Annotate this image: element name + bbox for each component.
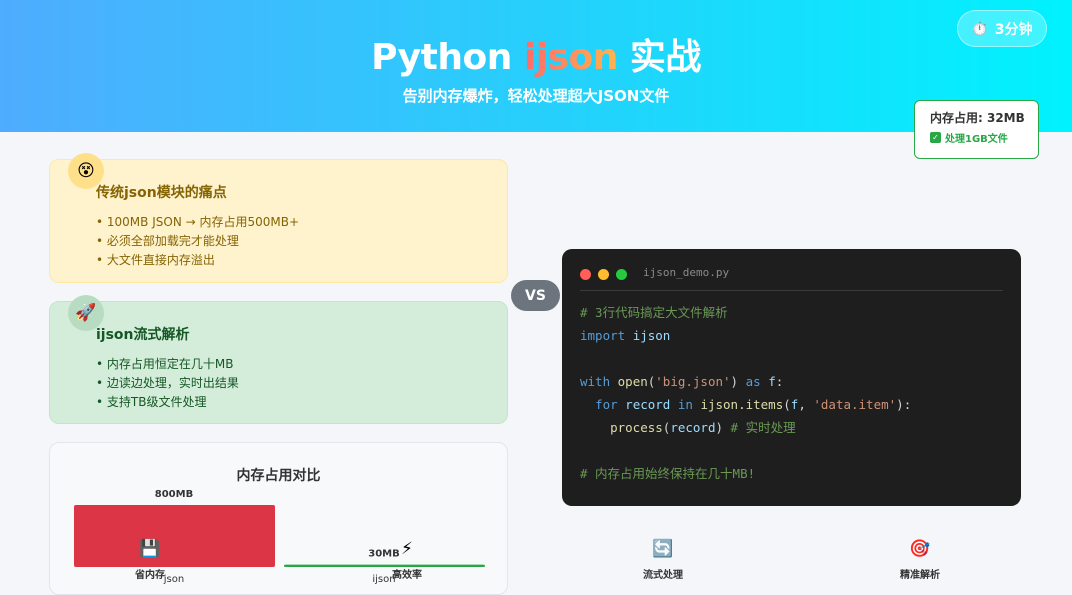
code-string: 'big.json' bbox=[655, 374, 731, 389]
streaming-parse-card: 🚀 ijson流式解析 内存占用恒定在几十MB 边读边处理，实时出结果 支持TB… bbox=[49, 295, 508, 424]
streaming-parse-list: 内存占用恒定在几十MB 边读边处理，实时出结果 支持TB级文件处理 bbox=[96, 355, 507, 412]
feature-high-efficiency: ⚡ 高效率 bbox=[352, 536, 462, 581]
code-keyword: as bbox=[745, 374, 761, 389]
list-item: 支持TB级文件处理 bbox=[96, 393, 507, 412]
feature-label: 流式处理 bbox=[643, 570, 683, 581]
maximize-dot-icon bbox=[616, 269, 627, 280]
code-comment: # 实时处理 bbox=[730, 420, 796, 435]
page-subtitle: 告别内存爆炸，轻松处理超大JSON文件 bbox=[402, 87, 670, 105]
code-comment: # 3行代码搞定大文件解析 bbox=[580, 305, 728, 320]
feature-precise-parsing: 🎯 精准解析 bbox=[865, 536, 975, 581]
floppy-disk-icon: 💾 bbox=[139, 539, 161, 559]
reading-time-badge: ⏱️ 3分钟 bbox=[957, 10, 1047, 47]
stopwatch-icon: ⏱️ bbox=[971, 20, 989, 37]
code-function: open bbox=[617, 374, 648, 389]
code-variable: f bbox=[790, 397, 799, 412]
pain-points-list: 100MB JSON → 内存占用500MB+ 必须全部加载完才能处理 大文件直… bbox=[96, 213, 507, 270]
list-item: 必须全部加载完才能处理 bbox=[96, 232, 507, 251]
code-keyword: in bbox=[677, 397, 693, 412]
target-icon: 🎯 bbox=[909, 539, 931, 559]
feature-save-memory: 💾 省内存 bbox=[95, 536, 205, 581]
list-item: 100MB JSON → 内存占用500MB+ bbox=[96, 213, 507, 232]
page-title: Python ijson 实战 bbox=[0, 28, 1072, 80]
pain-points-card: 😵 传统json模块的痛点 100MB JSON → 内存占用500MB+ 必须… bbox=[49, 153, 508, 283]
code-block: # 3行代码搞定大文件解析 import ijson with open('bi… bbox=[580, 305, 912, 481]
code-function: process bbox=[610, 420, 663, 435]
reading-time-label: 3分钟 bbox=[994, 21, 1033, 38]
memory-usage-badge: 内存占用: 32MB ✓ 处理1GB文件 bbox=[914, 100, 1039, 159]
dizzy-face-icon: 😵 bbox=[68, 153, 104, 189]
memory-status-row: ✓ 处理1GB文件 bbox=[930, 130, 1038, 145]
code-function: ijson.items bbox=[700, 397, 784, 412]
pain-points-title: 传统json模块的痛点 bbox=[96, 185, 227, 201]
feature-label: 省内存 bbox=[135, 570, 165, 581]
close-dot-icon bbox=[580, 269, 591, 280]
list-item: 大文件直接内存溢出 bbox=[96, 251, 507, 270]
refresh-icon: 🔄 bbox=[652, 539, 674, 559]
code-window: ijson_demo.py # 3行代码搞定大文件解析 import ijson… bbox=[562, 249, 1021, 506]
window-controls bbox=[580, 269, 627, 280]
lightning-icon: ⚡ bbox=[401, 539, 413, 559]
feature-label: 高效率 bbox=[392, 570, 422, 581]
code-filename: ijson_demo.py bbox=[643, 266, 730, 279]
code-module: ijson bbox=[632, 328, 671, 343]
vs-badge: VS bbox=[511, 280, 560, 311]
streaming-parse-title: ijson流式解析 bbox=[96, 327, 190, 343]
title-highlight: ijson bbox=[523, 37, 618, 78]
title-suffix: 实战 bbox=[617, 37, 702, 78]
memory-usage-label: 内存占用: 32MB bbox=[930, 111, 1025, 125]
minimize-dot-icon bbox=[598, 269, 609, 280]
feature-label: 精准解析 bbox=[900, 570, 940, 581]
feature-streaming: 🔄 流式处理 bbox=[608, 536, 718, 581]
list-item: 边读边处理，实时出结果 bbox=[96, 374, 507, 393]
memory-status-text: 处理1GB文件 bbox=[945, 134, 1008, 145]
code-divider bbox=[580, 290, 1003, 291]
title-prefix: Python bbox=[371, 37, 524, 78]
code-variable: record bbox=[625, 397, 671, 412]
bar-value-label: 800MB bbox=[155, 489, 193, 500]
code-variable: record bbox=[670, 420, 716, 435]
code-comment: # 内存占用始终保持在几十MB! bbox=[580, 466, 756, 481]
checkbox-icon: ✓ bbox=[930, 132, 941, 143]
code-keyword: import bbox=[580, 328, 626, 343]
code-keyword: for bbox=[595, 397, 618, 412]
list-item: 内存占用恒定在几十MB bbox=[96, 355, 507, 374]
rocket-icon: 🚀 bbox=[68, 295, 104, 331]
code-keyword: with bbox=[580, 374, 611, 389]
code-variable: f bbox=[768, 374, 776, 389]
code-string: 'data.item' bbox=[813, 397, 897, 412]
